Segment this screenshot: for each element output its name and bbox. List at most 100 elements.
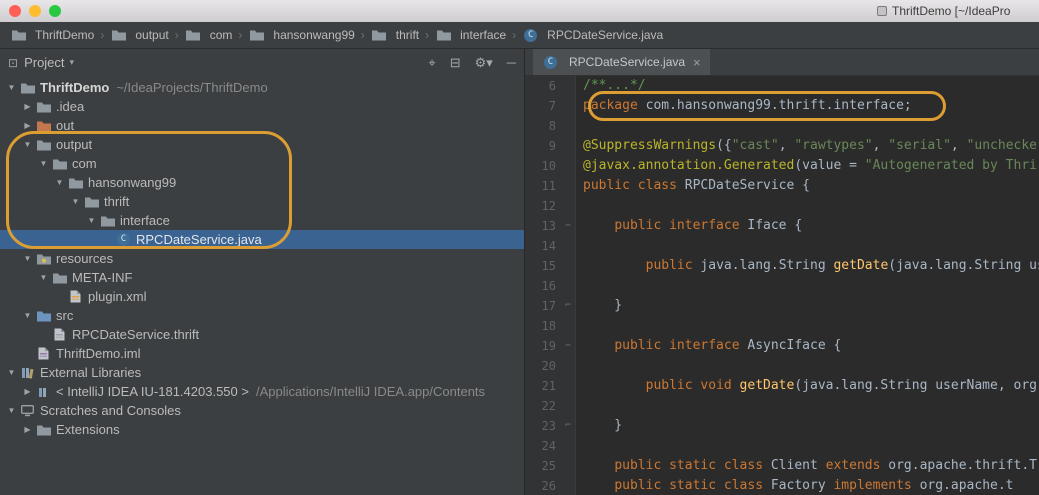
locate-icon[interactable]: ⌖ xyxy=(428,55,435,71)
minimize-window-button[interactable] xyxy=(29,5,41,17)
fold-end-icon[interactable]: ⌐ xyxy=(561,416,576,436)
tree-row-rpcdateservice-java[interactable]: C RPCDateService.java xyxy=(0,230,524,249)
code-text: package com.hansonwang99.thrift.interfac… xyxy=(583,98,912,113)
code-line-25[interactable]: 25 public static class Client extends or… xyxy=(525,456,1039,476)
project-folder-icon xyxy=(10,27,27,43)
settings-icon[interactable]: ⚙▾ xyxy=(475,55,493,71)
fold-end-icon[interactable]: ⌐ xyxy=(561,296,576,316)
chevron-expanded-icon[interactable]: ▼ xyxy=(20,254,35,263)
chevron-collapsed-icon[interactable]: ▶ xyxy=(20,121,35,130)
code-line-17[interactable]: 17 ⌐ } xyxy=(525,296,1039,316)
tree-row-rpcdateservice-thrift[interactable]: RPCDateService.thrift xyxy=(0,325,524,344)
tree-row-interface[interactable]: ▼ interface xyxy=(0,211,524,230)
tree-row-output[interactable]: ▼ output xyxy=(0,135,524,154)
code-line-20[interactable]: 20 xyxy=(525,356,1039,376)
code-line-18[interactable]: 18 xyxy=(525,316,1039,336)
breadcrumb-item-hansonwang99[interactable]: hansonwang99 xyxy=(245,25,357,45)
traffic-lights xyxy=(0,5,61,17)
tree-label: External Libraries xyxy=(40,365,142,380)
code-line-11[interactable]: 11 public class RPCDateService { xyxy=(525,176,1039,196)
breadcrumb-item-output[interactable]: output xyxy=(107,25,171,45)
code-line-13[interactable]: 13− public interface Iface { xyxy=(525,216,1039,236)
code-line-22[interactable]: 22 xyxy=(525,396,1039,416)
code-line-12[interactable]: 12 xyxy=(525,196,1039,216)
chevron-down-icon[interactable]: ▾ xyxy=(70,57,75,68)
chevron-expanded-icon[interactable]: ▼ xyxy=(84,216,99,225)
tree-row-meta-inf[interactable]: ▼ META-INF xyxy=(0,268,524,287)
code-line-6[interactable]: 6 /**...*/ xyxy=(525,76,1039,96)
tree-row-hansonwang99[interactable]: ▼ hansonwang99 xyxy=(0,173,524,192)
zoom-window-button[interactable] xyxy=(49,5,61,17)
scratches-icon xyxy=(19,403,36,419)
code-line-23[interactable]: 23 ⌐ } xyxy=(525,416,1039,436)
code-line-16[interactable]: 16 xyxy=(525,276,1039,296)
tree-row-idea[interactable]: ▶ .idea xyxy=(0,97,524,116)
tree-row-thrift[interactable]: ▼ thrift xyxy=(0,192,524,211)
chevron-collapsed-icon[interactable]: ▶ xyxy=(20,102,35,111)
tree-row-resources[interactable]: ▼ resources xyxy=(0,249,524,268)
code-text: public interface Iface { xyxy=(614,218,803,233)
chevron-expanded-icon[interactable]: ▼ xyxy=(36,273,51,282)
tree-row-intellij-idea-iu-181-4203-550[interactable]: ▶ < IntelliJ IDEA IU-181.4203.550 > /Appli… xyxy=(0,382,524,401)
tree-row-scratches-and-consoles[interactable]: ▼ Scratches and Consoles xyxy=(0,401,524,420)
project-panel-header: ⊡ Project ▾ ⌖ ⊟ ⚙▾ ─ xyxy=(0,49,524,76)
fold-start-icon[interactable]: − xyxy=(561,216,576,236)
tree-row-extensions[interactable]: ▶ Extensions xyxy=(0,420,524,439)
code-line-26[interactable]: 26 public static class Factory implement… xyxy=(525,476,1039,495)
close-icon[interactable]: × xyxy=(693,55,701,70)
breadcrumb-item-thrift[interactable]: thrift xyxy=(368,25,422,45)
tree-row-com[interactable]: ▼ com xyxy=(0,154,524,173)
fold-spacer xyxy=(561,76,576,96)
folder-icon xyxy=(99,213,116,229)
tree-row-thriftdemo[interactable]: ▼ ThriftDemo ~/IdeaProjects/ThriftDemo xyxy=(0,78,524,97)
code-line-14[interactable]: 14 xyxy=(525,236,1039,256)
close-window-button[interactable] xyxy=(9,5,21,17)
tree-row-external-libraries[interactable]: ▼ External Libraries xyxy=(0,363,524,382)
code-line-9[interactable]: 9 @SuppressWarnings({"cast", "rawtypes", … xyxy=(525,136,1039,156)
code-line-7[interactable]: 7 package com.hansonwang99.thrift.interfa… xyxy=(525,96,1039,116)
chevron-expanded-icon[interactable]: ▼ xyxy=(52,178,67,187)
chevron-expanded-icon[interactable]: ▼ xyxy=(36,159,51,168)
line-number: 16 xyxy=(525,276,561,296)
folder-icon xyxy=(371,27,388,43)
tree-row-plugin-xml[interactable]: plugin.xml xyxy=(0,287,524,306)
tree-row-src[interactable]: ▼ src xyxy=(0,306,524,325)
code-line-24[interactable]: 24 xyxy=(525,436,1039,456)
excluded-folder-icon xyxy=(35,118,52,134)
chevron-expanded-icon[interactable]: ▼ xyxy=(68,197,83,206)
tree-label: plugin.xml xyxy=(88,289,147,304)
code-editor[interactable]: 6 /**...*/ 7 package com.hansonwang99.thrif… xyxy=(525,76,1039,495)
chevron-expanded-icon[interactable]: ▼ xyxy=(4,406,19,415)
code-line-10[interactable]: 10 @javax.annotation.Generated(value = "A… xyxy=(525,156,1039,176)
breadcrumb-item-com[interactable]: com xyxy=(182,25,236,45)
chevron-expanded-icon[interactable]: ▼ xyxy=(20,311,35,320)
fold-spacer xyxy=(561,236,576,256)
chevron-expanded-icon[interactable]: ▼ xyxy=(20,140,35,149)
code-line-21[interactable]: 21 public void getDate(java.lang.String … xyxy=(525,376,1039,396)
tree-label: com xyxy=(72,156,97,171)
breadcrumb-label: RPCDateService.java xyxy=(547,28,664,42)
line-number: 11 xyxy=(525,176,561,196)
code-line-19[interactable]: 19− public interface AsyncIface { xyxy=(525,336,1039,356)
chevron-collapsed-icon[interactable]: ▶ xyxy=(20,425,35,434)
line-number: 19 xyxy=(525,336,561,356)
chevron-expanded-icon[interactable]: ▼ xyxy=(4,368,19,377)
fold-start-icon[interactable]: − xyxy=(561,336,576,356)
project-folder-icon xyxy=(19,80,36,96)
collapse-all-icon[interactable]: ⊟ xyxy=(450,55,461,71)
chevron-collapsed-icon[interactable]: ▶ xyxy=(20,387,35,396)
breadcrumb-item-rpcdateservice-java[interactable]: C RPCDateService.java xyxy=(519,25,666,45)
fold-spacer xyxy=(561,276,576,296)
chevron-expanded-icon[interactable]: ▼ xyxy=(4,83,19,92)
text-file-icon xyxy=(51,327,68,343)
tree-row-out[interactable]: ▶ out xyxy=(0,116,524,135)
code-line-15[interactable]: 15 public java.lang.String getDate(java.… xyxy=(525,256,1039,276)
hide-icon[interactable]: ─ xyxy=(507,55,516,70)
breadcrumb-item-interface[interactable]: interface xyxy=(432,25,509,45)
tab-rpcdateservice-java[interactable]: C RPCDateService.java × xyxy=(533,49,710,75)
breadcrumb-item-thriftdemo[interactable]: ThriftDemo xyxy=(7,25,97,45)
tree-row-thriftdemo-iml[interactable]: ThriftDemo.iml xyxy=(0,344,524,363)
code-line-8[interactable]: 8 xyxy=(525,116,1039,136)
code-text: public class RPCDateService { xyxy=(583,178,810,193)
